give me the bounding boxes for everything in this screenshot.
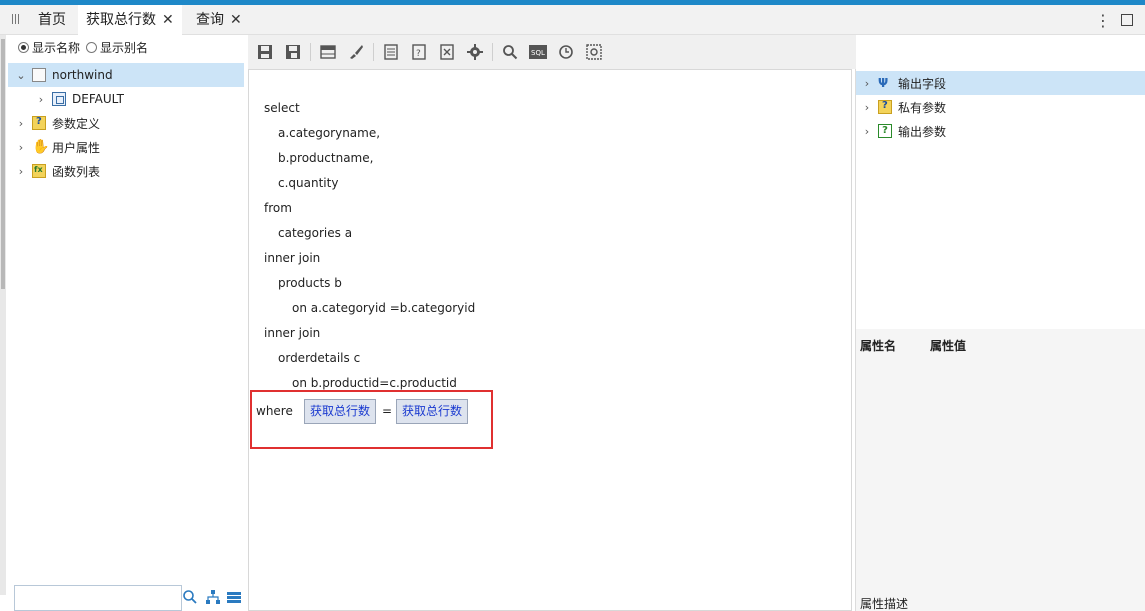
scrollbar-thumb[interactable] (1, 39, 5, 289)
hand-icon: ✋ (32, 139, 50, 155)
svg-text:?: ? (416, 49, 421, 59)
tab-strip: 首页 获取总行数 ✕ 查询 ✕ ⋮ (0, 5, 1145, 35)
radio-show-name-label: 显示名称 (32, 40, 81, 55)
prop-value-header: 属性值 (930, 339, 967, 353)
sql-line-3: b.productname, (278, 151, 374, 165)
tree-item-label: 输出字段 (898, 76, 947, 91)
toolbar-separator (373, 43, 374, 61)
tree-item-label: 用户属性 (52, 140, 101, 155)
sql-line-8: products b (278, 276, 342, 290)
sql-icon[interactable]: SQL (527, 41, 549, 63)
tree-item-param-def[interactable]: › 参数定义 (8, 111, 244, 135)
output-tree: › Ψ 输出字段 › 私有参数 › ? 输出参数 (856, 69, 1145, 329)
function-icon (32, 164, 46, 178)
param-chip-left[interactable]: 获取总行数 (304, 399, 377, 424)
tree-item-label: 输出参数 (898, 124, 947, 139)
sql-line-11: orderdetails c (278, 351, 361, 365)
parameter-icon (878, 100, 892, 114)
tree-item-label: 函数列表 (52, 164, 101, 179)
left-scrollbar[interactable] (0, 35, 6, 595)
question-icon: ? (878, 124, 892, 138)
gear-icon[interactable] (464, 41, 486, 63)
chevron-right-icon[interactable]: › (860, 77, 874, 90)
sql-line-4: c.quantity (278, 176, 339, 190)
radio-show-alias[interactable] (86, 41, 98, 53)
tree-item-func-list[interactable]: › 函数列表 (8, 159, 244, 183)
sql-line-6: categories a (278, 226, 353, 240)
prop-description-label: 属性描述 (860, 597, 909, 611)
output-fields-icon: Ψ (878, 76, 889, 90)
prop-name-header: 属性名 (860, 339, 897, 353)
hierarchy-icon[interactable] (205, 589, 223, 607)
close-icon[interactable]: ✕ (162, 12, 174, 28)
tree-item-output-fields[interactable]: › Ψ 输出字段 (856, 71, 1145, 95)
search-icon[interactable] (499, 41, 521, 63)
svg-text:SQL: SQL (531, 49, 545, 57)
editor-toolbar: ? SQL (248, 35, 856, 69)
close-icon[interactable]: ✕ (230, 12, 242, 28)
tab-home-label: 首页 (38, 12, 66, 28)
help-doc-icon[interactable]: ? (408, 41, 430, 63)
maximize-icon[interactable] (1121, 14, 1133, 26)
sql-line-10: inner join (264, 326, 321, 340)
tree-item-output-params[interactable]: › ? 输出参数 (856, 119, 1145, 143)
left-panel: 显示名称 显示别名 ⌄ northwind › DEFAULT › 参数定义 ›… (8, 35, 244, 611)
chevron-down-icon[interactable]: ⌄ (14, 69, 28, 82)
tree-item-northwind[interactable]: ⌄ northwind (8, 63, 244, 87)
sql-line-5: from (264, 201, 292, 215)
chevron-right-icon[interactable]: › (860, 101, 874, 114)
toolbar-separator (492, 43, 493, 61)
clock-icon[interactable] (555, 41, 577, 63)
chevron-right-icon[interactable]: › (860, 125, 874, 138)
table-layout-icon[interactable] (317, 41, 339, 63)
tab-strip-handle-icon[interactable] (12, 13, 22, 25)
preview-settings-icon[interactable] (583, 41, 605, 63)
sql-line-1: select (264, 101, 300, 115)
parameter-icon (32, 116, 46, 130)
tree-item-default[interactable]: › DEFAULT (8, 87, 244, 111)
tree-item-label: 参数定义 (52, 116, 101, 131)
tab-get-total-rows-label: 获取总行数 (86, 12, 156, 28)
radio-show-name[interactable] (18, 41, 29, 53)
sql-line-2: a.categoryname, (278, 126, 381, 140)
tab-home[interactable]: 首页 (30, 5, 74, 35)
display-mode-radios: 显示名称 显示别名 (18, 38, 154, 56)
tree-item-user-attr[interactable]: › ✋ 用户属性 (8, 135, 244, 159)
sql-equals: = (382, 404, 393, 418)
sql-line-7: inner join (264, 251, 321, 265)
properties-header: 属性名 属性值 (860, 337, 1000, 354)
more-vertical-icon[interactable]: ⋮ (1095, 11, 1111, 30)
tab-query-label: 查询 (196, 12, 224, 28)
right-panel: › Ψ 输出字段 › 私有参数 › ? 输出参数 属性名 属性值 属性描述 (855, 69, 1145, 611)
chevron-right-icon[interactable]: › (14, 141, 28, 154)
list-view-icon[interactable] (226, 589, 244, 607)
save-as-icon[interactable] (282, 41, 304, 63)
tab-query[interactable]: 查询 ✕ (188, 5, 250, 35)
chevron-right-icon[interactable]: › (14, 165, 28, 178)
chevron-right-icon[interactable]: › (14, 117, 28, 130)
tab-get-total-rows[interactable]: 获取总行数 ✕ (78, 5, 182, 35)
sql-line-12: on b.productid=c.productid (292, 376, 457, 390)
param-chip-right[interactable]: 获取总行数 (396, 399, 469, 424)
save-icon[interactable] (254, 41, 276, 63)
excel-icon[interactable] (436, 41, 458, 63)
search-icon[interactable] (182, 589, 200, 607)
schema-icon (52, 92, 66, 106)
toolbar-separator (310, 43, 311, 61)
database-icon (32, 68, 46, 82)
radio-show-alias-label: 显示别名 (100, 40, 149, 55)
brush-icon[interactable] (345, 41, 367, 63)
tree-item-label: 私有参数 (898, 100, 947, 115)
tree-item-label: northwind (52, 68, 113, 82)
tree-search-input[interactable] (14, 585, 182, 611)
sql-where-keyword: where (256, 404, 293, 418)
chevron-right-icon[interactable]: › (34, 93, 48, 106)
tree-item-private-params[interactable]: › 私有参数 (856, 95, 1145, 119)
form-icon[interactable] (380, 41, 402, 63)
tree-item-label: DEFAULT (72, 92, 124, 106)
sql-line-9: on a.categoryid =b.categoryid (292, 301, 476, 315)
